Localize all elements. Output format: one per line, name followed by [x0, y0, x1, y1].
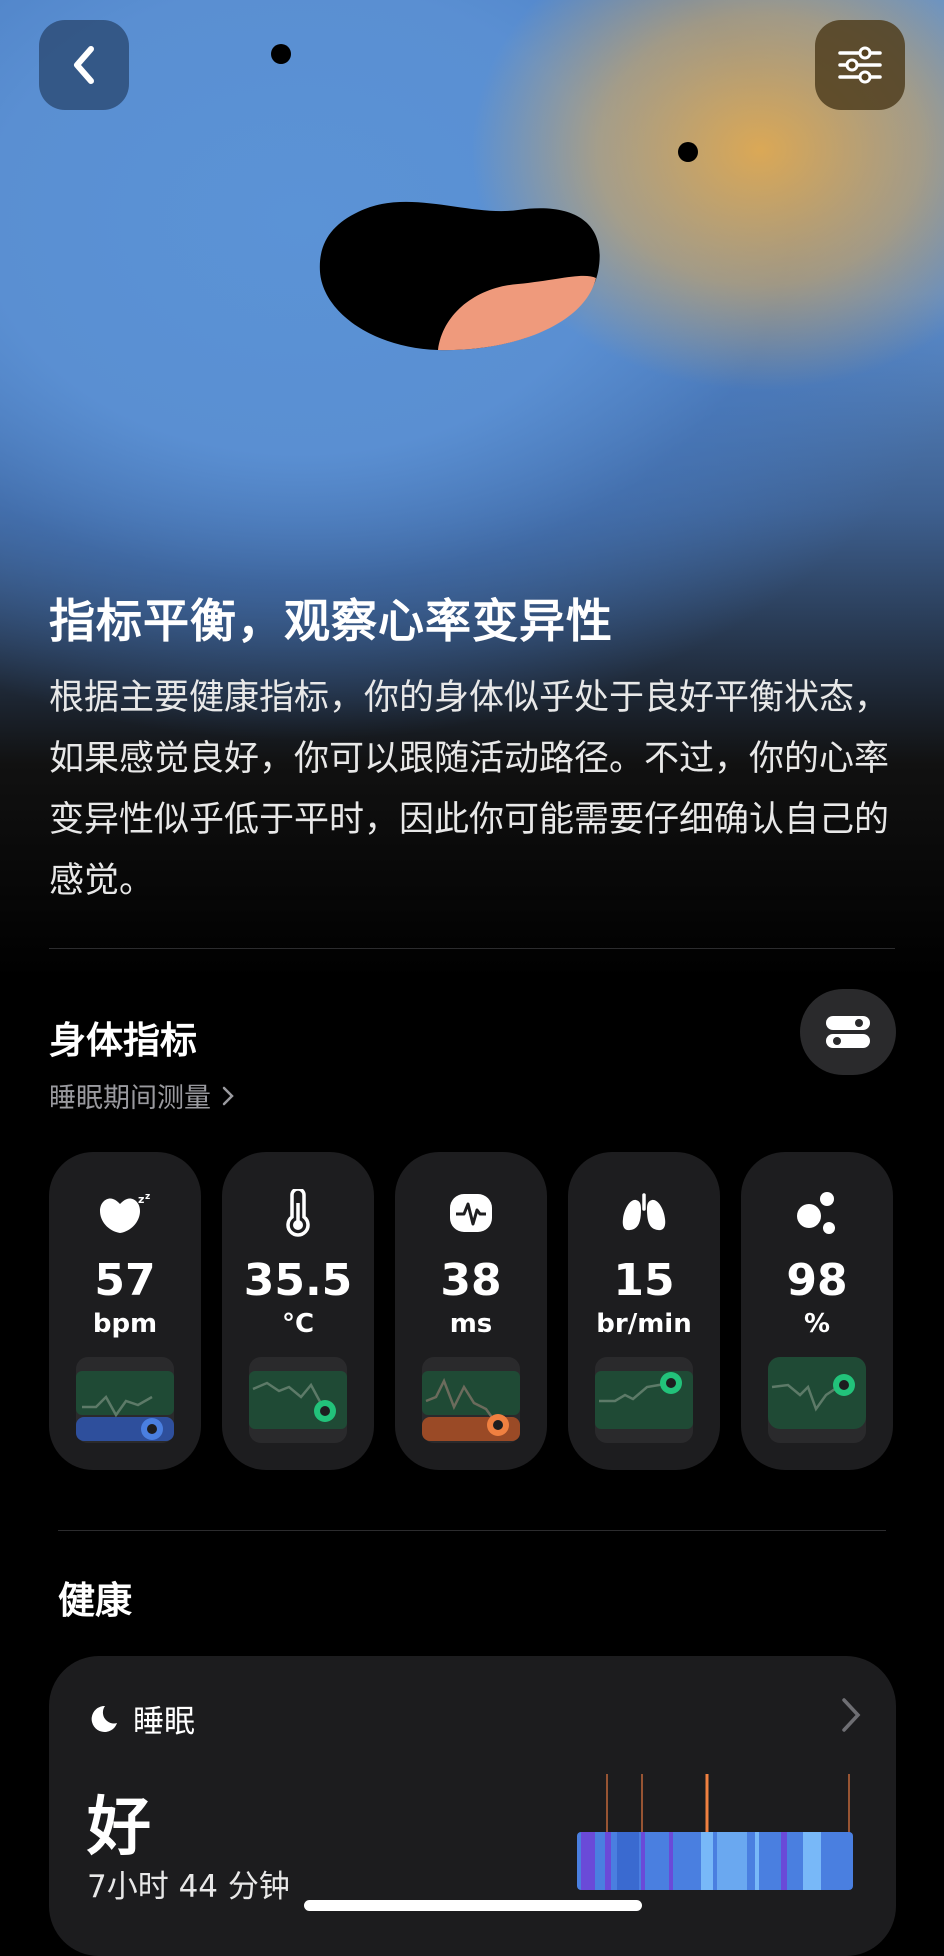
hrv-icon — [395, 1188, 547, 1238]
metric-value: 57 — [94, 1255, 156, 1306]
metric-value: 35.5 — [243, 1255, 353, 1306]
metric-card-hrv[interactable]: 38 ms — [395, 1152, 547, 1470]
chevron-right-icon[interactable] — [840, 1696, 862, 1734]
lungs-icon — [568, 1188, 720, 1238]
svg-text:z: z — [138, 1193, 144, 1206]
metric-unit: br/min — [596, 1309, 692, 1339]
chevron-right-icon — [222, 1086, 234, 1105]
health-title: 健康 — [58, 1579, 132, 1622]
metric-unit: °C — [281, 1309, 315, 1339]
chevron-left-icon — [74, 46, 94, 84]
sleep-label: 睡眠 — [133, 1704, 195, 1740]
home-indicator[interactable] — [304, 1900, 642, 1911]
metrics-title: 身体指标 — [49, 1019, 197, 1062]
metric-unit: % — [803, 1309, 831, 1339]
metric-card-blood-oxygen[interactable]: 98 % — [741, 1152, 893, 1470]
metric-card-temperature[interactable]: 35.5 °C — [222, 1152, 374, 1470]
metric-value: 38 — [440, 1255, 502, 1306]
moon-icon — [91, 1705, 117, 1732]
face-mouth-illustration — [319, 201, 600, 351]
metrics-subtitle: 睡眠期间测量 — [49, 1083, 211, 1114]
metric-trend-graph — [249, 1357, 347, 1443]
divider — [49, 948, 895, 949]
face-right-eye — [678, 142, 698, 162]
metric-unit: bpm — [92, 1309, 158, 1339]
sleep-card[interactable]: 睡眠 好 7小时 44 分钟 — [49, 1656, 896, 1956]
sliders-icon — [838, 46, 882, 84]
back-button[interactable] — [39, 20, 129, 110]
metric-card-heart-rate[interactable]: z z 57 bpm — [49, 1152, 201, 1470]
thermometer-icon — [222, 1188, 374, 1238]
metric-trend-graph — [595, 1357, 693, 1443]
sleep-heart-icon: z z — [49, 1188, 201, 1238]
face-left-eye — [271, 44, 291, 64]
svg-text:z: z — [145, 1192, 150, 1202]
metric-value: 98 — [786, 1255, 848, 1306]
summary-title: 指标平衡，观察心率变异性 — [49, 594, 613, 648]
metric-unit: ms — [449, 1309, 493, 1339]
metric-trend-graph — [768, 1357, 866, 1443]
metric-trend-graph — [422, 1357, 520, 1443]
view-toggle-button[interactable] — [800, 989, 896, 1075]
divider — [58, 1530, 886, 1531]
metric-card-respiratory[interactable]: 15 br/min — [568, 1152, 720, 1470]
oxygen-icon — [741, 1188, 893, 1238]
sleep-duration: 7小时 44 分钟 — [87, 1869, 290, 1905]
metric-value: 15 — [613, 1255, 675, 1306]
toggle-list-icon — [826, 1016, 870, 1048]
sleep-stage-chart — [577, 1774, 853, 1890]
sleep-quality: 好 — [87, 1791, 151, 1865]
metric-trend-graph — [76, 1357, 174, 1443]
sleep-card-header: 睡眠 — [89, 1696, 195, 1741]
filter-button[interactable] — [815, 20, 905, 110]
summary-description: 根据主要健康指标，你的身体似乎处于良好平衡状态，如果感觉良好，你可以跟随活动路径… — [49, 678, 890, 901]
metrics-subtitle-link[interactable]: 睡眠期间测量 — [49, 1076, 235, 1115]
